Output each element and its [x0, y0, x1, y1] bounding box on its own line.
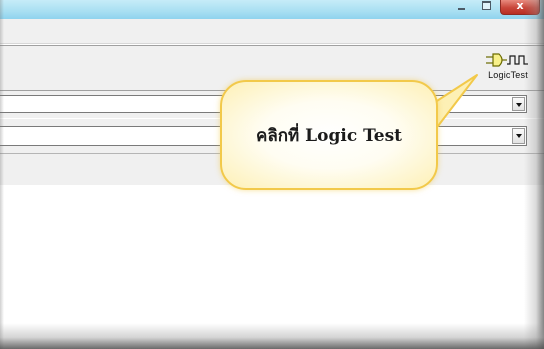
menu-bar — [0, 19, 544, 44]
minimize-icon — [458, 8, 465, 10]
close-icon: x — [516, 0, 524, 12]
minimize-button[interactable] — [450, 0, 472, 13]
logic-test-button[interactable]: LogicTest — [480, 52, 536, 84]
maximize-icon — [482, 1, 491, 10]
callout-text: คลิกที่ Logic Test — [255, 125, 403, 146]
chevron-down-icon[interactable] — [512, 128, 525, 144]
close-button[interactable]: x — [500, 0, 540, 15]
logic-probe-icon — [486, 53, 528, 67]
logic-test-label: LogicTest — [488, 70, 528, 80]
workspace-area[interactable] — [0, 185, 544, 349]
chevron-down-icon[interactable] — [512, 97, 525, 111]
maximize-button[interactable] — [475, 0, 497, 13]
instruction-callout: คลิกที่ Logic Test — [220, 80, 438, 190]
title-bar[interactable]: x — [0, 0, 544, 19]
application-window: x LogicTest คลิกที่ Logic Test — [0, 0, 544, 349]
